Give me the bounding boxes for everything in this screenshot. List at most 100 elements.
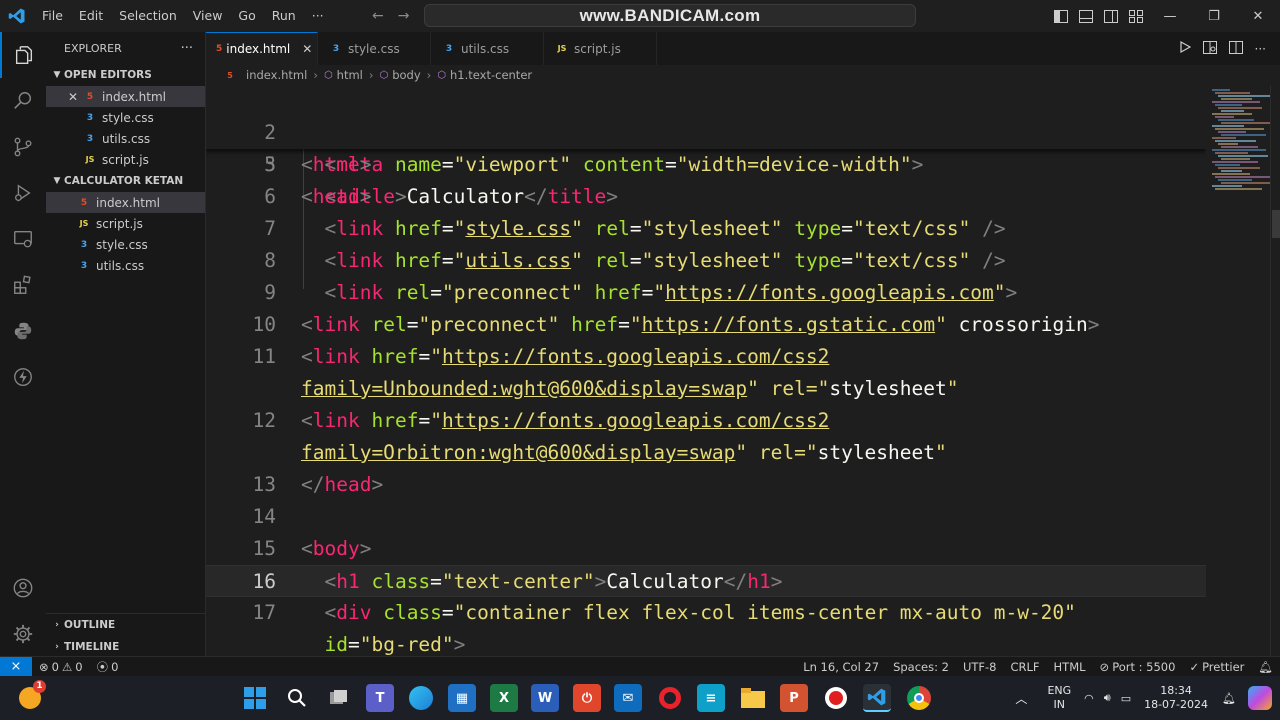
code-line[interactable]: 11 <link href="https://fonts.googleapis.c… [206, 341, 1206, 373]
file-index-html[interactable]: 5 index.html [46, 192, 205, 213]
open-editors-section[interactable]: ▼ OPEN EDITORS [46, 64, 205, 86]
volume-icon[interactable]: 🔊︎ [1099, 691, 1116, 705]
toggle-secondary-sidebar-icon[interactable] [1098, 0, 1123, 32]
menu-selection[interactable]: Selection [111, 0, 185, 32]
file-style-css[interactable]: 3 style.css [46, 234, 205, 255]
source-control-icon[interactable] [0, 124, 46, 170]
excel-icon[interactable]: X [490, 684, 518, 712]
command-center[interactable]: www.BANDICAM.com [424, 4, 916, 27]
breadcrumb-file[interactable]: index.html [246, 68, 307, 82]
tab-script-js[interactable]: JS script.js [544, 32, 657, 65]
open-editor-utils-css[interactable]: 3 utils.css [46, 128, 205, 149]
end-of-line[interactable]: CRLF [1003, 660, 1046, 674]
explorer-more-button[interactable]: ··· [181, 41, 193, 56]
code-line[interactable]: 3 <head> [206, 117, 1206, 208]
weather-widget-icon[interactable]: 1 [16, 680, 46, 712]
menu-view[interactable]: View [185, 0, 231, 32]
code-line[interactable]: 7 <link href="style.css" rel="stylesheet… [206, 213, 1206, 245]
extensions-icon[interactable] [0, 262, 46, 308]
file-explorer-icon[interactable] [739, 684, 767, 712]
code-editor[interactable]: 2 <html> 3 <head> 5 <meta name="viewport… [206, 85, 1206, 656]
forward-arrow-icon[interactable]: → [398, 8, 410, 24]
tab-style-css[interactable]: 3 style.css [318, 32, 431, 65]
run-debug-icon[interactable] [0, 170, 46, 216]
windows-start-icon[interactable] [241, 684, 269, 712]
close-tab-icon[interactable]: ✕ [302, 42, 312, 56]
edge-icon[interactable] [407, 684, 435, 712]
bandicam-record-icon[interactable] [822, 684, 850, 712]
cursor-position[interactable]: Ln 16, Col 27 [796, 660, 886, 674]
ports-indicator[interactable]: ⦿ 0 [90, 659, 126, 675]
vscode-taskbar-icon[interactable] [863, 684, 891, 712]
code-line[interactable]: family=Orbitron:wght@600&display=swap" r… [206, 437, 1206, 469]
code-line[interactable]: 14 [206, 501, 1206, 533]
minimize-icon[interactable]: — [1148, 0, 1192, 32]
remote-explorer-icon[interactable] [0, 216, 46, 262]
encoding[interactable]: UTF-8 [956, 660, 1004, 674]
code-line[interactable]: 15 <body> [206, 533, 1206, 565]
prettier-status[interactable]: ✓ Prettier [1182, 660, 1251, 674]
notifications-bell-icon[interactable]: 🔔︎ [1251, 660, 1280, 674]
copilot-icon[interactable] [1248, 686, 1272, 710]
menu-go[interactable]: Go [230, 0, 263, 32]
menu-more[interactable]: ··· [304, 0, 332, 32]
file-utils-css[interactable]: 3 utils.css [46, 255, 205, 276]
menu-run[interactable]: Run [264, 0, 304, 32]
outline-section[interactable]: › OUTLINE [46, 614, 206, 636]
sticky-scroll-header[interactable]: 2 <html> 3 <head> [206, 85, 1206, 208]
code-line[interactable]: 2 <html> [206, 85, 1206, 176]
breadcrumb-body[interactable]: body [392, 68, 420, 82]
code-line[interactable]: 13 </head> [206, 469, 1206, 501]
input-language[interactable]: ENG IN [1039, 684, 1079, 712]
timeline-section[interactable]: › TIMELINE [46, 636, 206, 658]
close-window-icon[interactable]: ✕ [1236, 0, 1280, 32]
settings-gear-icon[interactable] [0, 611, 46, 657]
wifi-icon[interactable]: ◠ [1079, 692, 1099, 705]
run-icon[interactable] [1179, 40, 1191, 56]
python-icon[interactable] [0, 308, 46, 354]
breadcrumb-html[interactable]: html [337, 68, 363, 82]
back-arrow-icon[interactable]: ← [372, 8, 384, 24]
menu-edit[interactable]: Edit [71, 0, 111, 32]
split-editor-icon[interactable] [1228, 40, 1243, 57]
breadcrumb-h1[interactable]: h1.text-center [450, 68, 532, 82]
battery-icon[interactable]: ▭ [1116, 692, 1136, 705]
live-server-port[interactable]: ⊘ Port : 5500 [1093, 660, 1183, 674]
code-line[interactable]: family=Unbounded:wght@600&display=swap" … [206, 373, 1206, 405]
notepad-icon[interactable]: ≡ [697, 684, 725, 712]
code-line[interactable]: 16 <h1 class="text-center">Calculator</h… [206, 565, 1206, 597]
customize-layout-icon[interactable] [1123, 0, 1148, 32]
chrome-icon[interactable] [905, 684, 933, 712]
word-icon[interactable]: W [531, 684, 559, 712]
powerpoint-app-icon[interactable]: P [780, 684, 808, 712]
opera-icon[interactable] [656, 684, 684, 712]
open-editor-style-css[interactable]: 3 style.css [46, 107, 205, 128]
more-actions-icon[interactable]: ··· [1255, 42, 1266, 56]
code-line[interactable]: 12 <link href="https://fonts.googleapis.c… [206, 405, 1206, 437]
close-icon[interactable]: ✕ [68, 90, 82, 104]
code-line[interactable]: 10 <link rel="preconnect" href="https://f… [206, 309, 1206, 341]
remote-indicator-icon[interactable]: ⨯ [0, 656, 32, 677]
folder-section[interactable]: ▼ CALCULATOR KETAN [46, 170, 205, 192]
live-share-icon[interactable] [0, 354, 46, 400]
notifications-icon[interactable]: 🔔︎ [1216, 692, 1242, 705]
open-preview-icon[interactable] [1202, 40, 1217, 57]
restore-icon[interactable]: ❐ [1192, 0, 1236, 32]
teams-icon[interactable]: T [366, 684, 394, 712]
tab-utils-css[interactable]: 3 utils.css [431, 32, 544, 65]
open-editor-index-html[interactable]: ✕ 5 index.html [46, 86, 205, 107]
toggle-primary-sidebar-icon[interactable] [1048, 0, 1073, 32]
code-line[interactable]: 9 <link rel="preconnect" href="https://f… [206, 277, 1206, 309]
menu-file[interactable]: File [34, 0, 71, 32]
search-icon[interactable] [0, 78, 46, 124]
mail-icon[interactable]: ✉ [614, 684, 642, 712]
file-script-js[interactable]: JS script.js [46, 213, 205, 234]
clock[interactable]: 18:34 18-07-2024 [1136, 684, 1216, 712]
search-taskbar-icon[interactable] [283, 684, 311, 712]
problems-indicator[interactable]: ⊗ 0 ⚠ 0 [32, 660, 90, 674]
indentation[interactable]: Spaces: 2 [886, 660, 956, 674]
store-icon[interactable]: ▦ [448, 684, 476, 712]
code-line[interactable]: 8 <link href="utils.css" rel="stylesheet… [206, 245, 1206, 277]
task-view-icon[interactable] [325, 684, 353, 712]
tab-index-html[interactable]: 5 index.html ✕ [206, 32, 318, 65]
